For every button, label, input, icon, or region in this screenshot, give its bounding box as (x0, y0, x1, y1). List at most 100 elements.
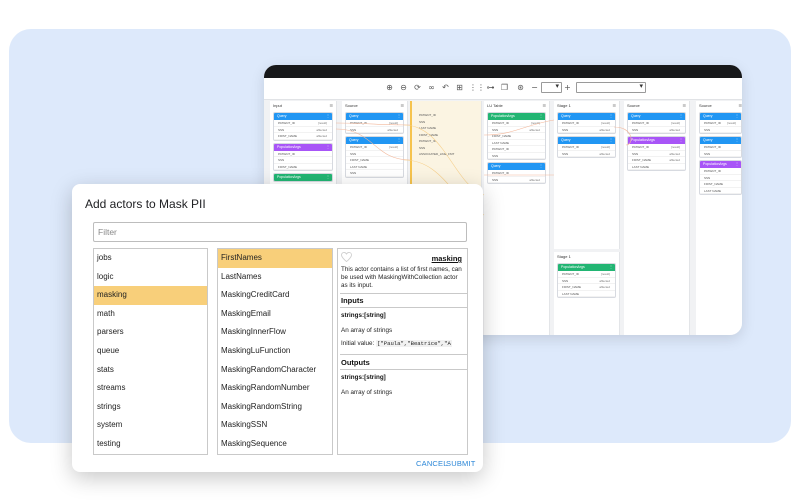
node-menu-icon[interactable]: ⋮ (326, 113, 330, 118)
node-menu-icon[interactable]: ⋮ (539, 113, 543, 118)
node-menu-icon[interactable]: ⋮ (326, 174, 330, 179)
flow-node[interactable]: PATIENT_ID SSN LAST NAME FIRST_NAME PATIENT_… (415, 112, 478, 158)
node-title[interactable]: PopulationArgs ⋮ (274, 174, 332, 181)
layout-icon[interactable]: ⊞ (455, 83, 464, 92)
node-title[interactable]: Query ⋮ (700, 137, 741, 144)
heart-icon[interactable] (341, 252, 352, 262)
node-field-name: SSN (492, 153, 499, 158)
flow-node[interactable]: PopulationArgs ⋮ PATIENT_ID [result] SSN affe… (557, 263, 616, 298)
flow-node[interactable]: Query ⋮ PATIENT_ID SSN (699, 136, 742, 158)
node-field-row: SSN (700, 151, 741, 157)
flow-node[interactable]: Query ⋮ PATIENT_ID [result] SSN affected (557, 136, 616, 158)
doc-actor-category[interactable]: masking (432, 254, 462, 263)
submit-button[interactable]: SUBMIT (446, 459, 476, 468)
actor-list-item[interactable]: MaskingSequence (218, 435, 332, 454)
node-menu-icon[interactable]: ⋮ (735, 137, 739, 142)
node-menu-icon[interactable]: ⋮ (679, 113, 683, 118)
node-title[interactable]: PopulationArgs ⋮ (628, 137, 685, 144)
column-menu-icon[interactable]: ☰ (542, 103, 546, 108)
plus-icon[interactable]: + (563, 83, 572, 92)
actor-list-item[interactable]: FirstNames (218, 249, 332, 268)
node-field-status: affected (669, 127, 680, 132)
node-menu-icon[interactable]: ⋮ (397, 137, 401, 142)
actor-list-item[interactable]: MaskingRandomString (218, 398, 332, 417)
minus-icon[interactable]: − (530, 83, 539, 92)
category-list-item[interactable]: parsers (94, 323, 207, 342)
zoom-out-icon[interactable]: ⊖ (399, 83, 408, 92)
column-menu-icon[interactable]: ☰ (400, 103, 404, 108)
flow-node[interactable]: PopulationArgs ⋮ PATIENT_ID [result] SSN affe… (487, 112, 546, 160)
actor-list-item[interactable]: MaskingInnerFlow (218, 323, 332, 342)
column-menu-icon[interactable]: ☰ (682, 103, 686, 108)
flow-node[interactable]: Query ⋮ PATIENT_ID SSN affected (487, 162, 546, 184)
category-list-item[interactable]: math (94, 305, 207, 324)
flow-node[interactable]: Query ⋮ PATIENT_ID [result] SSN affected (345, 112, 404, 134)
node-title[interactable]: PopulationArgs ⋮ (558, 264, 615, 271)
category-list-item[interactable]: strings (94, 398, 207, 417)
category-list-item[interactable]: logic (94, 268, 207, 287)
refresh-icon[interactable]: ⟳ (413, 83, 422, 92)
zoom-in-icon[interactable]: ⊕ (385, 83, 394, 92)
flow-node[interactable]: Query ⋮ PATIENT_ID [result] SSN affected FIRST… (273, 112, 333, 141)
node-title[interactable]: Query ⋮ (488, 163, 545, 170)
debug-icon[interactable]: ⊛ (516, 83, 525, 92)
category-list-item[interactable]: queue (94, 342, 207, 361)
actor-list-item[interactable]: MaskingSSN (218, 416, 332, 435)
node-menu-icon[interactable]: ⋮ (679, 137, 683, 142)
node-field-name: SSN (278, 127, 285, 132)
actor-list-item[interactable]: MaskingRandomNumber (218, 379, 332, 398)
copy-icon[interactable]: ❐ (500, 83, 509, 92)
category-list-item[interactable]: testing (94, 435, 207, 454)
node-title[interactable]: PopulationArgs ⋮ (700, 161, 741, 168)
node-menu-icon[interactable]: ⋮ (735, 161, 739, 166)
node-menu-icon[interactable]: ⋮ (397, 113, 401, 118)
flow-node[interactable]: PopulationArgs ⋮ PATIENT_ID SSN FIRST_NAME LA… (699, 160, 742, 195)
flow-node[interactable]: Query ⋮ PATIENT_ID [result] SSN affected (557, 112, 616, 134)
flow-node[interactable]: PopulationArgs ⋮ (273, 173, 333, 182)
node-menu-icon[interactable]: ⋮ (609, 113, 613, 118)
actor-list-item[interactable]: MaskingRandomCharacter (218, 361, 332, 380)
category-list-item[interactable]: jobs (94, 249, 207, 268)
category-list-item[interactable]: masking (94, 286, 207, 305)
node-menu-icon[interactable]: ⋮ (609, 137, 613, 142)
actor-list-item[interactable]: MaskingLuFunction (218, 342, 332, 361)
category-list-item[interactable]: stats (94, 361, 207, 380)
cancel-button[interactable]: CANCEL (416, 459, 448, 468)
node-title[interactable]: PopulationArgs ⋮ (488, 113, 545, 120)
node-title[interactable]: Query ⋮ (628, 113, 685, 120)
category-list-item[interactable]: streams (94, 379, 207, 398)
node-menu-icon[interactable]: ⋮ (539, 163, 543, 168)
node-title[interactable]: Query ⋮ (558, 113, 615, 120)
zoom-select[interactable] (541, 82, 562, 93)
filter-input[interactable] (93, 222, 467, 242)
editor-column: Source ☰ Query ⋮ PATIENT_ID [result] SSN Query ⋮… (696, 101, 742, 335)
node-title[interactable]: Query ⋮ (558, 137, 615, 144)
actor-list-item[interactable]: MaskingEmail (218, 305, 332, 324)
actor-list-item[interactable]: LastNames (218, 268, 332, 287)
flow-node[interactable]: PopulationArgs ⋮ PATIENT_ID [result] SSN affe… (627, 136, 686, 171)
column-menu-icon[interactable]: ☰ (329, 103, 333, 108)
column-menu-icon[interactable]: ☰ (738, 103, 742, 108)
node-title[interactable]: Query ⋮ (346, 113, 403, 120)
flow-node[interactable]: Query ⋮ PATIENT_ID [result] SSN FIRST_NAME LAS… (345, 136, 404, 178)
node-title[interactable]: PopulationArgs ⋮ (274, 143, 332, 151)
node-menu-icon[interactable]: ⋮ (326, 144, 330, 149)
node-field-name: SSN (704, 151, 711, 156)
flow-node[interactable]: PopulationArgs ⋮ PATIENT_ID SSN FIRST_NAME (273, 142, 333, 171)
undo-icon[interactable]: ↶ (441, 83, 450, 92)
link-icon[interactable]: ∞ (427, 83, 436, 92)
hierarchy-icon[interactable]: ⊶ (486, 83, 495, 92)
node-menu-icon[interactable]: ⋮ (735, 113, 739, 118)
column-header: Source ☰ (342, 101, 407, 110)
grid-icon[interactable]: ⋮⋮ (469, 83, 485, 92)
flow-node[interactable]: Query ⋮ PATIENT_ID [result] SSN (699, 112, 742, 134)
node-menu-icon[interactable]: ⋮ (609, 264, 613, 269)
flow-select[interactable] (576, 82, 646, 93)
flow-node[interactable]: Query ⋮ PATIENT_ID [result] SSN affected (627, 112, 686, 134)
node-title[interactable]: Query ⋮ (700, 113, 741, 120)
actor-list-item[interactable]: MaskingCreditCard (218, 286, 332, 305)
category-list-item[interactable]: system (94, 416, 207, 435)
column-menu-icon[interactable]: ☰ (612, 103, 616, 108)
node-title[interactable]: Query ⋮ (274, 113, 332, 120)
node-title[interactable]: Query ⋮ (346, 137, 403, 144)
